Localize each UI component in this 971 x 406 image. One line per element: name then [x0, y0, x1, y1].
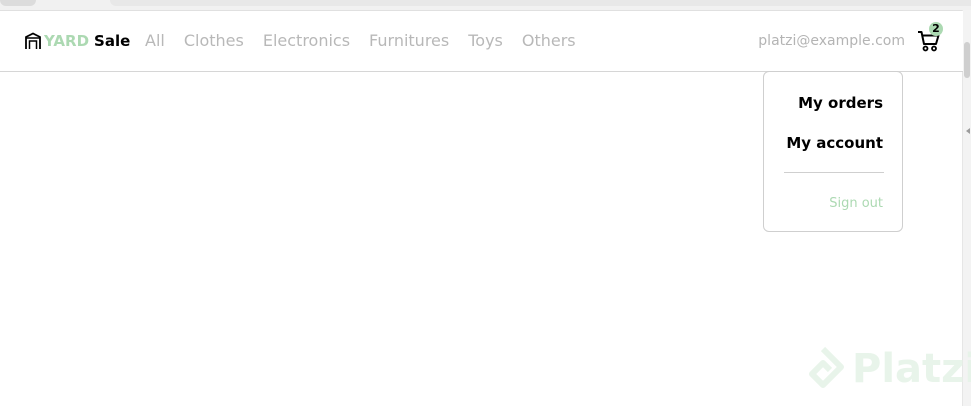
menu-item-my-account[interactable]: My account — [786, 134, 883, 152]
user-email[interactable]: platzi@example.com — [758, 32, 905, 50]
shopping-cart-button[interactable]: 2 — [917, 22, 945, 54]
scrollbar-thumb[interactable] — [964, 42, 970, 78]
top-navbar: YARD Sale All Clothes Electronics Furnit… — [0, 11, 963, 72]
cart-count-badge: 2 — [929, 22, 943, 36]
logo-sale-text: Sale — [94, 32, 131, 50]
nav-link-others[interactable]: Others — [522, 31, 576, 51]
menu-item-sign-out[interactable]: Sign out — [829, 196, 883, 211]
menu-item-my-orders[interactable]: My orders — [798, 94, 883, 112]
category-nav: All Clothes Electronics Furnitures Toys … — [145, 31, 576, 51]
store-icon — [25, 32, 41, 49]
nav-link-all[interactable]: All — [145, 31, 165, 51]
nav-link-toys[interactable]: Toys — [468, 31, 503, 51]
browser-tab-edge[interactable] — [0, 0, 36, 6]
yard-sale-logo[interactable]: YARD Sale — [24, 30, 130, 52]
nav-link-clothes[interactable]: Clothes — [184, 31, 244, 51]
platzi-logo-icon — [809, 346, 844, 388]
logo-yard-text: YARD — [44, 32, 90, 50]
browser-address-bar-edge[interactable] — [110, 0, 971, 6]
platzi-watermark: Platzi — [800, 346, 971, 392]
browser-chrome-strip — [0, 0, 971, 11]
nav-link-furnitures[interactable]: Furnitures — [369, 31, 449, 51]
account-dropdown-menu: My orders My account Sign out — [763, 71, 903, 232]
scrollbar-arrow-icon[interactable] — [966, 128, 970, 134]
watermark-text: Platzi — [852, 346, 971, 392]
nav-link-electronics[interactable]: Electronics — [263, 31, 350, 51]
menu-divider — [784, 172, 884, 173]
